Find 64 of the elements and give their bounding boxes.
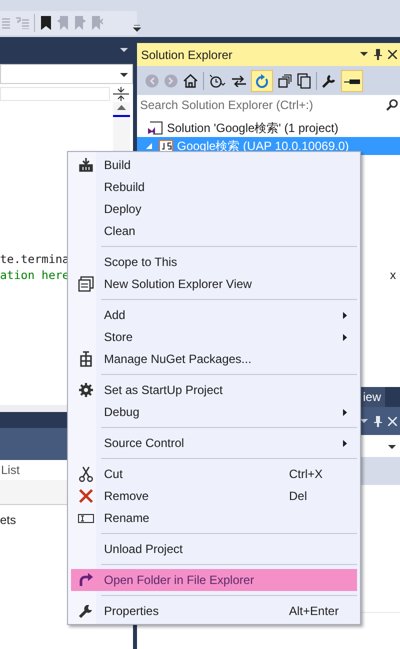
menu-item[interactable]: Build [71,154,357,176]
menu-item[interactable]: Properties Alt+Enter [71,600,357,622]
list-item[interactable]: ets [0,511,16,529]
preview-button[interactable] [341,70,363,92]
partial-text: x [390,267,396,284]
shortcut-text: Del [289,488,308,505]
panel-title: Solution Explorer [141,46,232,64]
package-icon [78,351,94,367]
scissors-icon [78,466,94,482]
preview-bar-icon [344,78,360,84]
bookmark-icon[interactable] [40,16,52,30]
toolbar-overflow-icon[interactable] [133,25,141,32]
search-placeholder: Search Solution Explorer (Ctrl+:) [140,97,314,114]
menu-item[interactable]: Rebuild [71,176,357,198]
pin-icon[interactable] [374,416,382,426]
dropdown-icon[interactable] [119,47,129,54]
menu-item[interactable]: Deploy [71,198,357,220]
caret-icon [387,442,397,450]
submenu-arrow-icon [343,408,347,416]
menu-item[interactable]: Open Folder in File Explorer [71,569,357,591]
wrench-icon [78,603,94,619]
panel-tab[interactable]: iew [360,387,385,407]
shortcut-text: Alt+Enter [289,603,339,620]
search-icon[interactable] [386,99,398,111]
shortcut-text: Ctrl+X [289,466,323,483]
curved-arrow-icon [78,572,94,588]
menu-item[interactable]: New Solution Explorer View [71,273,357,295]
tree-item[interactable]: Solution 'Google検索' (1 project) [137,119,400,137]
sync-arrows-icon[interactable] [232,74,246,86]
submenu-arrow-icon [343,334,347,340]
menu-item[interactable]: Remove Del [71,485,357,507]
dropdown-icon[interactable] [360,52,368,57]
search-field[interactable]: Search Solution Explorer (Ctrl+:) [137,95,400,115]
menu-item[interactable]: Source Control [71,432,357,454]
menu-item[interactable]: Debug [71,401,357,423]
split-window-icon[interactable] [113,87,129,101]
menu-item[interactable]: Add [71,304,357,326]
submenu-arrow-icon [343,440,347,446]
caret-icon [119,70,129,78]
collapse-all-icon[interactable] [278,74,292,88]
refresh-icon [256,74,268,88]
navigation-field[interactable] [0,87,110,101]
menu-item[interactable]: Scope to This [71,251,357,273]
menu-item[interactable]: Rename [71,507,357,529]
expanded-arrow-icon[interactable] [145,142,153,150]
wrench-icon[interactable] [322,74,336,88]
refresh-button[interactable] [251,70,273,92]
submenu-arrow-icon [343,312,347,318]
copy-pages-icon[interactable] [297,72,311,88]
clock-icon[interactable] [209,74,227,88]
dropdown-icon[interactable] [360,418,368,424]
menu-item[interactable]: Clean [71,220,357,242]
pin-icon[interactable] [374,49,382,60]
menu-item[interactable]: Manage NuGet Packages... [71,348,357,370]
solution-icon [147,121,163,135]
caret-marker [113,115,130,117]
menu-item[interactable]: Set as StartUp Project [71,379,357,401]
home-icon[interactable] [183,74,198,88]
js-project-icon [159,140,173,152]
close-icon[interactable] [388,50,397,59]
cross-icon [78,488,94,504]
scroll-up-icon [117,105,126,110]
menu-item[interactable]: Unload Project [71,538,357,560]
menu-item[interactable]: Store [71,326,357,348]
